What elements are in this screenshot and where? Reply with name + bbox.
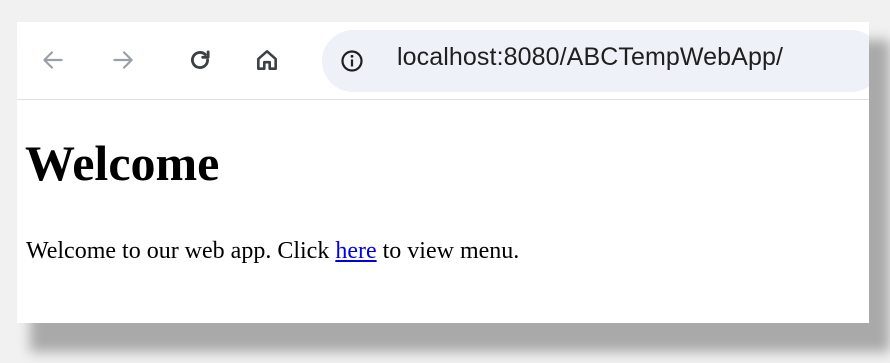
menu-link[interactable]: here — [335, 238, 376, 264]
info-icon[interactable] — [340, 49, 364, 73]
paragraph-text-after: to view menu. — [376, 238, 520, 264]
paragraph-text-before: Welcome to our web app. Click — [26, 238, 336, 264]
home-button[interactable] — [249, 42, 285, 78]
arrow-left-icon — [43, 51, 63, 69]
address-bar[interactable]: localhost:8080/ABCTempWebApp/ — [322, 30, 869, 92]
reload-button[interactable] — [182, 42, 218, 78]
browser-toolbar: localhost:8080/ABCTempWebApp/ — [17, 22, 869, 100]
arrow-right-icon — [113, 51, 133, 69]
page-heading: Welcome — [25, 135, 220, 191]
reload-icon — [191, 50, 210, 69]
welcome-paragraph: Welcome to our web app. Click here to vi… — [26, 238, 519, 265]
url-text[interactable]: localhost:8080/ABCTempWebApp/ — [397, 43, 783, 72]
back-button[interactable] — [35, 42, 71, 78]
browser-window: localhost:8080/ABCTempWebApp/ Welcome We… — [17, 22, 869, 323]
forward-button[interactable] — [105, 42, 141, 78]
page-content: Welcome Welcome to our web app. Click he… — [17, 100, 869, 323]
home-icon — [257, 50, 277, 70]
